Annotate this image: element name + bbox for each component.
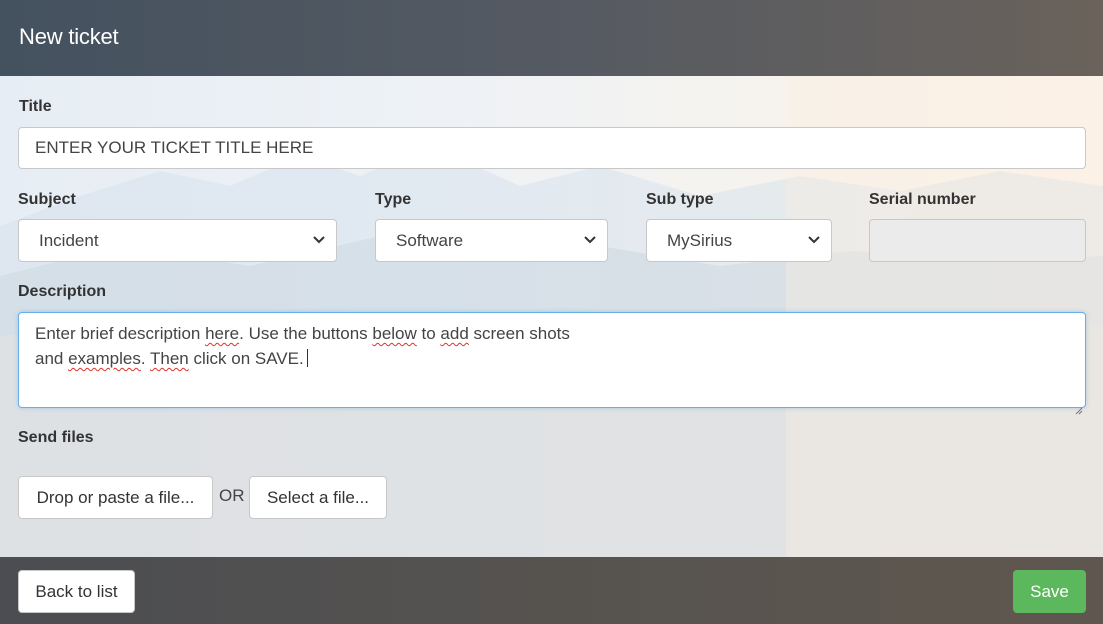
description-label: Description	[18, 283, 107, 300]
page-footer: Back to list Save	[0, 557, 1103, 624]
subtype-label: Sub type	[646, 191, 714, 208]
or-separator: OR	[219, 486, 245, 505]
title-label: Title	[19, 98, 52, 115]
description-textarea[interactable]: Enter brief description here. Use the bu…	[18, 312, 1086, 415]
type-label: Type	[375, 191, 412, 208]
subject-label: Subject	[18, 191, 76, 208]
subtype-select[interactable]: MySirius	[646, 219, 832, 262]
title-input[interactable]: ENTER YOUR TICKET TITLE HERE	[18, 127, 1086, 169]
type-select[interactable]: Software	[375, 219, 608, 262]
spell-flag: add	[440, 324, 469, 343]
subtype-select-value: MySirius	[667, 231, 733, 250]
text-caret	[306, 349, 308, 367]
subject-select-value: Incident	[39, 231, 99, 250]
chevron-down-icon	[583, 220, 597, 261]
serial-number-input[interactable]	[869, 219, 1086, 262]
subject-select[interactable]: Incident	[18, 219, 337, 262]
back-to-list-button[interactable]: Back to list	[18, 570, 135, 613]
send-files-label: Send files	[18, 429, 94, 446]
drop-paste-file-button[interactable]: Drop or paste a file...	[18, 476, 213, 519]
page-header: New ticket	[0, 0, 1103, 76]
ticket-form: Title ENTER YOUR TICKET TITLE HERE Subje…	[0, 76, 1103, 557]
spell-flag: below	[372, 324, 417, 343]
spell-flag: Then	[150, 349, 189, 368]
type-select-value: Software	[396, 231, 464, 250]
page-title: New ticket	[19, 24, 119, 49]
description-line-2: and examples. Then click on SAVE.	[35, 346, 1069, 371]
serial-number-label: Serial number	[869, 191, 976, 208]
save-button[interactable]: Save	[1013, 570, 1086, 613]
spell-flag: examples	[68, 349, 141, 368]
description-line-1: Enter brief description here. Use the bu…	[35, 324, 570, 343]
spell-flag: here	[205, 324, 240, 343]
resize-handle-icon[interactable]	[1075, 397, 1083, 415]
chevron-down-icon	[312, 220, 326, 261]
select-file-button[interactable]: Select a file...	[249, 476, 387, 519]
chevron-down-icon	[807, 220, 821, 261]
